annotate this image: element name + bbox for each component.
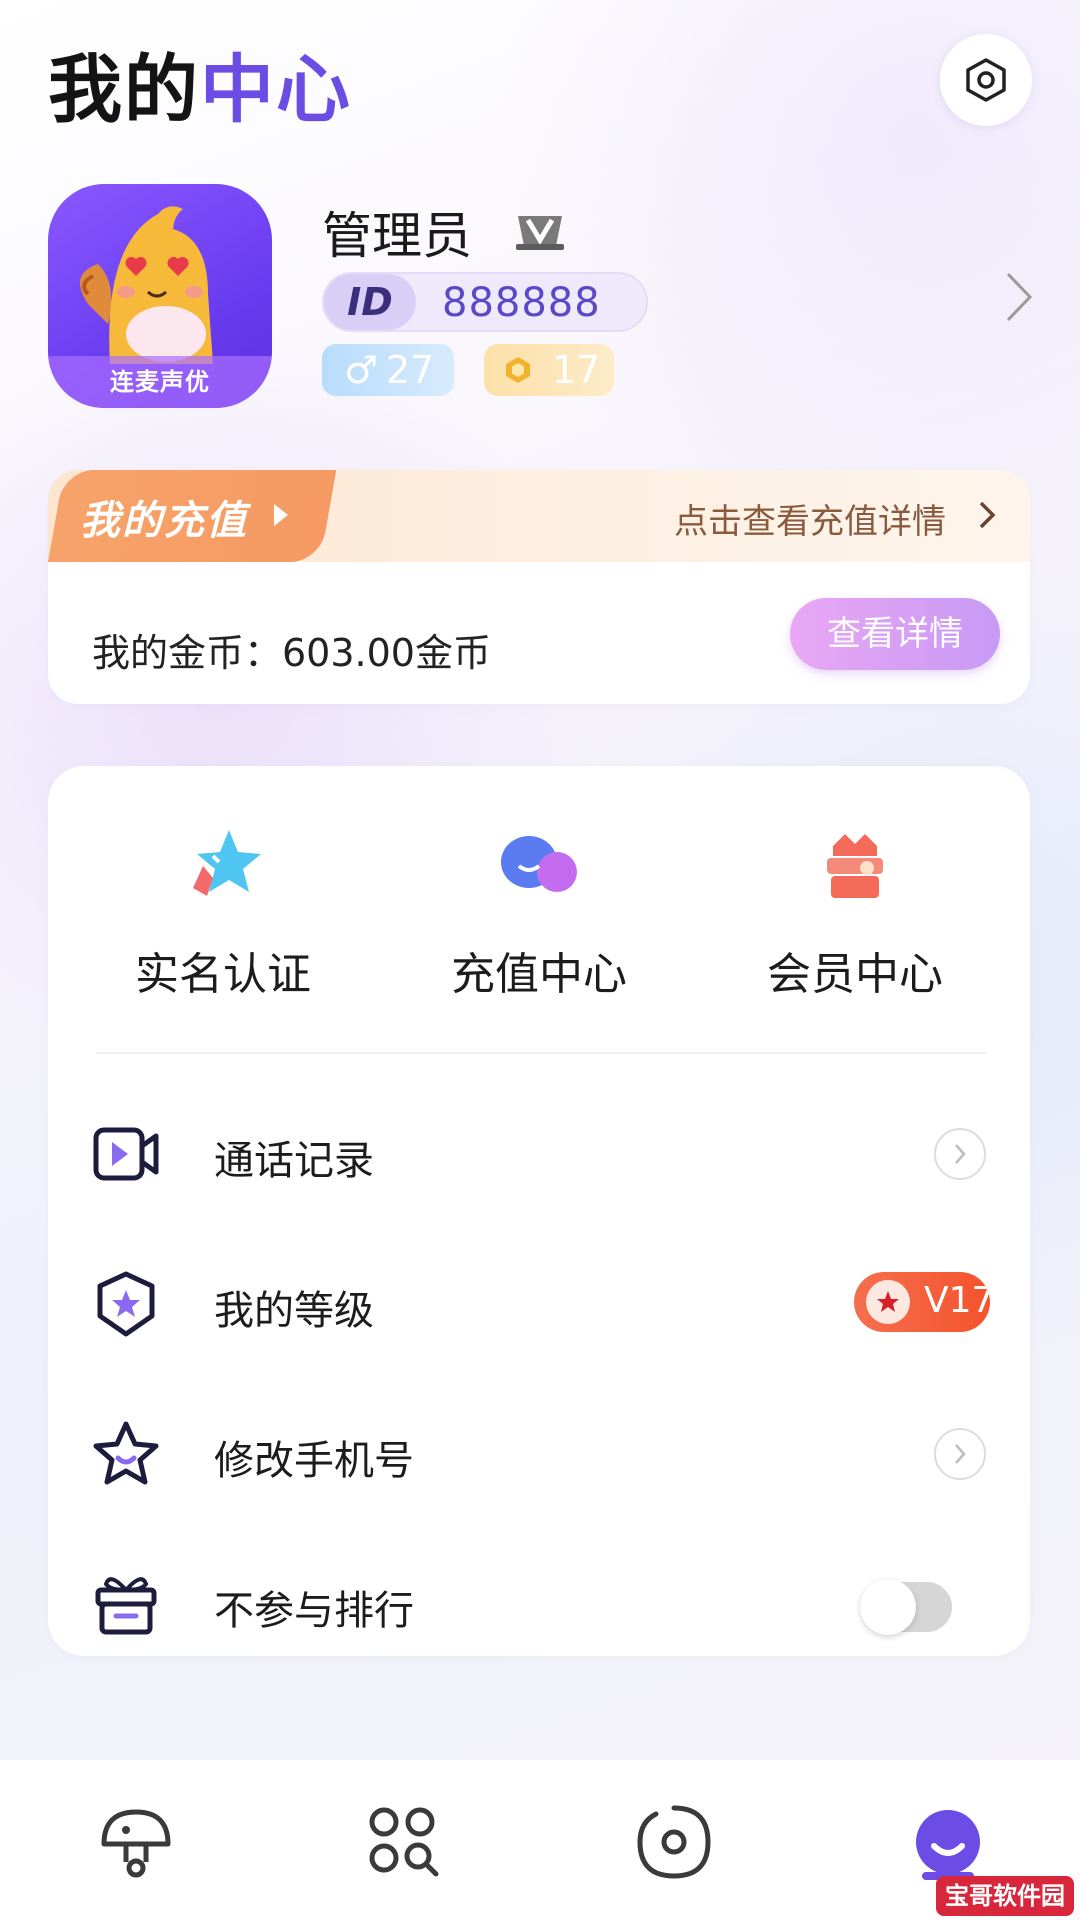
username: 管理员 [322, 207, 472, 265]
page-title-part2: 中心 [200, 47, 352, 133]
user-id-pill: ID 888888 [322, 272, 648, 332]
chevron-right-icon [955, 1444, 966, 1464]
gender-age-pill: ♂ 27 [322, 344, 454, 396]
quick-action-vip-center[interactable]: 会员中心 [720, 826, 990, 1026]
quick-action-recharge-center[interactable]: 充值中心 [404, 826, 674, 1026]
menu-card: 实名认证 充值中心 会员中心 通话记录 我的等级 V17 修改手机号 不参与排行 [48, 766, 1030, 1656]
coin-level-value: 17 [552, 348, 601, 392]
star-verify-icon [193, 830, 261, 896]
age-value: 27 [386, 348, 435, 392]
quick-action-label: 实名认证 [135, 949, 311, 1000]
chevron-circle [934, 1428, 986, 1480]
page-title-part1: 我的 [48, 47, 200, 133]
quick-action-label: 充值中心 [451, 949, 627, 1000]
quick-action-verify[interactable]: 实名认证 [88, 826, 358, 1026]
red-star-icon [866, 1280, 910, 1324]
settings-hexagon-icon [966, 58, 1006, 102]
vip-v-icon [516, 216, 564, 250]
watermark: 宝哥软件园 [936, 1876, 1074, 1916]
chat-bubbles-icon [501, 836, 577, 892]
profile-chevron-right-icon[interactable] [1004, 270, 1034, 324]
disc-icon[interactable] [634, 1802, 714, 1882]
bottom-nav [0, 1760, 1080, 1920]
menu-label: 不参与排行 [214, 1588, 414, 1634]
play-arrow-icon [274, 504, 288, 526]
star-smile-icon [93, 1421, 159, 1485]
menu-row-change-phone[interactable]: 修改手机号 [48, 1388, 1030, 1518]
level-star-badge-icon [97, 1271, 155, 1337]
gift-crown-icon [827, 834, 883, 898]
level-value: V17 [924, 1280, 990, 1321]
level-badge: V17 [854, 1272, 990, 1332]
chevron-right-icon [979, 501, 996, 529]
avatar-caption: 连麦声优 [48, 356, 272, 408]
menu-label: 通话记录 [214, 1138, 374, 1184]
video-call-icon [93, 1127, 159, 1181]
chevron-right-icon [955, 1144, 966, 1164]
smile-profile-icon[interactable] [908, 1802, 988, 1882]
menu-row-hide-ranking[interactable]: 不参与排行 [48, 1538, 1030, 1668]
recharge-header[interactable]: 我的充值 点击查看充值详情 [48, 470, 1030, 562]
page-title: 我的中心 [48, 30, 352, 137]
divider [96, 1052, 986, 1054]
view-details-button[interactable]: 查看详情 [790, 598, 1000, 670]
settings-button[interactable] [940, 34, 1032, 126]
user-id-value: 888888 [442, 280, 601, 326]
menu-label: 我的等级 [214, 1288, 374, 1334]
quick-action-label: 会员中心 [767, 949, 943, 1000]
recharge-card: 我的充值 点击查看充值详情 我的金币：603.00金币 查看详情 [48, 470, 1030, 704]
id-tag: ID [324, 274, 416, 330]
grid-search-icon[interactable] [364, 1802, 444, 1882]
coin-balance: 我的金币：603.00金币 [92, 631, 491, 675]
chevron-circle [934, 1128, 986, 1180]
recharge-tab-label: 我的充值 [80, 498, 248, 544]
menu-row-call-history[interactable]: 通话记录 [48, 1088, 1030, 1218]
recharge-detail-link[interactable]: 点击查看充值详情 [674, 494, 946, 543]
mushroom-home-icon[interactable] [96, 1802, 176, 1882]
toggle-knob [860, 1579, 916, 1635]
gift-box-icon [95, 1577, 157, 1635]
male-icon: ♂ [344, 348, 379, 392]
menu-label: 修改手机号 [214, 1438, 414, 1484]
hide-ranking-toggle[interactable] [860, 1579, 952, 1635]
menu-row-my-level[interactable]: 我的等级 V17 [48, 1238, 1030, 1368]
hex-coin-icon [506, 357, 530, 383]
coin-level-pill: 17 [484, 344, 614, 396]
avatar[interactable]: 连麦声优 [48, 184, 272, 408]
